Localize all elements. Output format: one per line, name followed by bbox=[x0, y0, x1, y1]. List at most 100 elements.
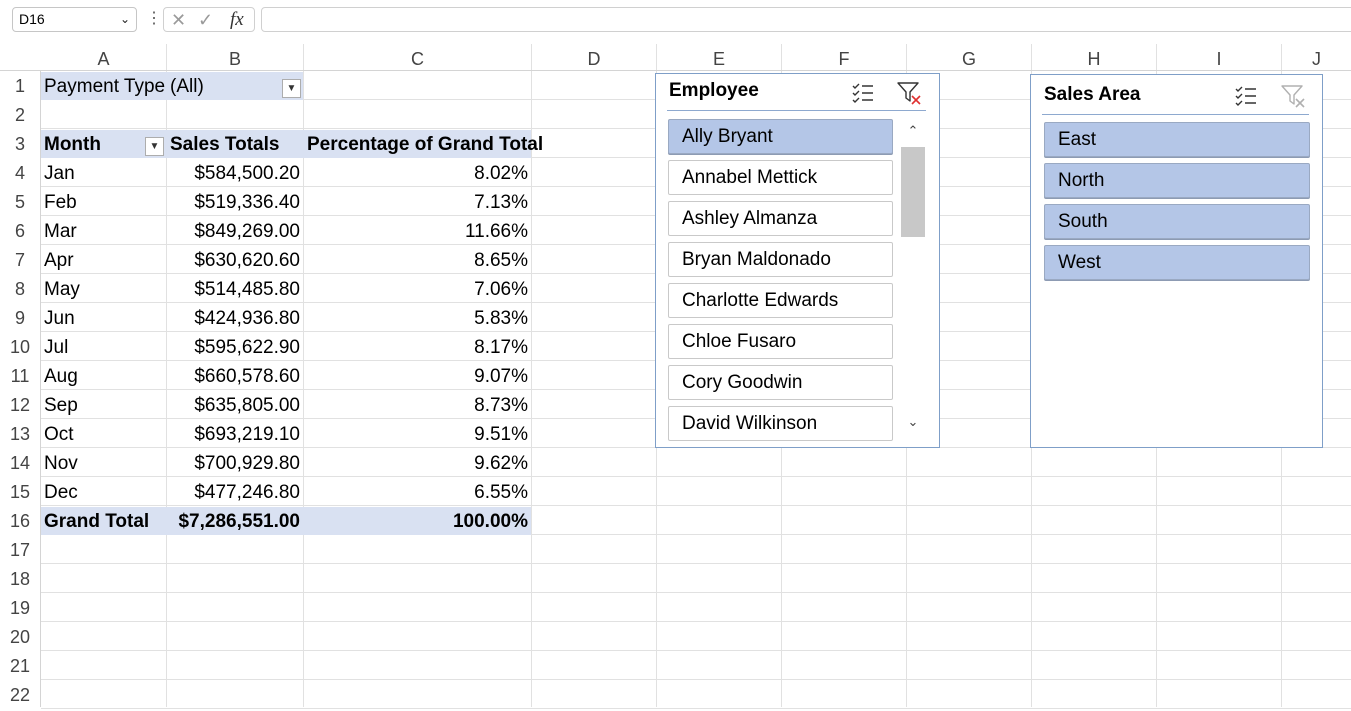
slicer-item[interactable]: Ally Bryant bbox=[668, 119, 893, 154]
scroll-down-icon[interactable]: ⌄ bbox=[900, 411, 926, 433]
sales-cell[interactable]: $660,578.60 bbox=[167, 362, 303, 391]
month-cell[interactable]: May bbox=[44, 275, 164, 304]
multi-select-icon[interactable] bbox=[1232, 82, 1260, 110]
sales-cell[interactable]: $693,219.10 bbox=[167, 420, 303, 449]
month-cell[interactable]: Dec bbox=[44, 478, 164, 507]
row-header[interactable]: 13 bbox=[0, 419, 40, 448]
slicer-item[interactable]: Annabel Mettick bbox=[668, 160, 893, 195]
formula-input[interactable] bbox=[261, 7, 1351, 32]
column-header[interactable]: I bbox=[1157, 44, 1282, 70]
percentage-cell[interactable]: 11.66% bbox=[304, 217, 531, 246]
sales-cell[interactable]: $519,336.40 bbox=[167, 188, 303, 217]
sales-cell[interactable]: $849,269.00 bbox=[167, 217, 303, 246]
slicer-item[interactable]: Charlotte Edwards bbox=[668, 283, 893, 318]
row-header[interactable]: 15 bbox=[0, 477, 40, 506]
row-header[interactable]: 1 bbox=[0, 71, 40, 100]
percentage-cell[interactable]: 8.02% bbox=[304, 159, 531, 188]
multi-select-icon[interactable] bbox=[849, 79, 877, 107]
sales-cell[interactable]: $635,805.00 bbox=[167, 391, 303, 420]
month-filter-dropdown-icon[interactable]: ▼ bbox=[145, 137, 164, 156]
row-header[interactable]: 8 bbox=[0, 274, 40, 303]
clear-filter-icon[interactable] bbox=[895, 79, 923, 107]
column-header[interactable]: F bbox=[782, 44, 907, 70]
column-header[interactable]: A bbox=[41, 44, 167, 70]
row-header[interactable]: 7 bbox=[0, 245, 40, 274]
slicer-item[interactable]: East bbox=[1044, 122, 1310, 157]
row-header[interactable]: 16 bbox=[0, 506, 40, 535]
percentage-cell[interactable]: 8.17% bbox=[304, 333, 531, 362]
column-header[interactable]: E bbox=[657, 44, 782, 70]
slicer-scrollbar[interactable]: ⌃ ⌄ bbox=[900, 120, 926, 433]
percentage-cell[interactable]: 8.73% bbox=[304, 391, 531, 420]
percentage-cell[interactable]: 8.65% bbox=[304, 246, 531, 275]
slicer-item[interactable]: David Wilkinson bbox=[668, 406, 893, 441]
month-cell[interactable]: Apr bbox=[44, 246, 164, 275]
month-cell[interactable]: Aug bbox=[44, 362, 164, 391]
row-header[interactable]: 6 bbox=[0, 216, 40, 245]
row-header[interactable]: 10 bbox=[0, 332, 40, 361]
column-header[interactable]: C bbox=[304, 44, 532, 70]
cancel-icon[interactable]: ✕ bbox=[171, 9, 186, 31]
percentage-cell[interactable]: 7.13% bbox=[304, 188, 531, 217]
row-header[interactable]: 3 bbox=[0, 129, 40, 158]
slicer-item[interactable]: Ashley Almanza bbox=[668, 201, 893, 236]
scroll-up-icon[interactable]: ⌃ bbox=[900, 120, 926, 142]
percentage-cell[interactable]: 9.62% bbox=[304, 449, 531, 478]
sales-cell[interactable]: $630,620.60 bbox=[167, 246, 303, 275]
slicer-item[interactable]: Bryan Maldonado bbox=[668, 242, 893, 277]
slicer-item[interactable]: West bbox=[1044, 245, 1310, 280]
slicer-item[interactable]: Chloe Fusaro bbox=[668, 324, 893, 359]
more-options-icon[interactable]: ⋮ bbox=[146, 8, 162, 28]
slicer-item[interactable]: Cory Goodwin bbox=[668, 365, 893, 400]
insert-function-icon[interactable]: fx bbox=[230, 9, 244, 31]
pivot-filter-label: Payment Type bbox=[44, 76, 166, 97]
column-header[interactable]: H bbox=[1032, 44, 1157, 70]
month-cell[interactable]: Jan bbox=[44, 159, 164, 188]
column-header[interactable]: D bbox=[532, 44, 657, 70]
row-header[interactable]: 5 bbox=[0, 187, 40, 216]
enter-icon[interactable]: ✓ bbox=[198, 9, 213, 31]
row-header[interactable]: 20 bbox=[0, 622, 40, 651]
row-header[interactable]: 18 bbox=[0, 564, 40, 593]
percentage-cell[interactable]: 7.06% bbox=[304, 275, 531, 304]
row-header[interactable]: 14 bbox=[0, 448, 40, 477]
column-header[interactable]: G bbox=[907, 44, 1032, 70]
row-header[interactable]: 4 bbox=[0, 158, 40, 187]
sales-cell[interactable]: $514,485.80 bbox=[167, 275, 303, 304]
row-header[interactable]: 21 bbox=[0, 651, 40, 680]
month-cell[interactable]: Mar bbox=[44, 217, 164, 246]
sales-area-slicer[interactable]: Sales Area East North South West bbox=[1030, 74, 1323, 448]
row-header[interactable]: 19 bbox=[0, 593, 40, 622]
column-header[interactable]: J bbox=[1282, 44, 1351, 70]
percentage-cell[interactable]: 9.51% bbox=[304, 420, 531, 449]
chevron-down-icon[interactable]: ⌄ bbox=[120, 8, 130, 31]
employee-slicer[interactable]: Employee Ally Bryant Annabel Mettick Ashle… bbox=[655, 73, 940, 448]
row-header[interactable]: 17 bbox=[0, 535, 40, 564]
pivot-filter-value[interactable]: (All) bbox=[170, 72, 280, 101]
month-cell[interactable]: Oct bbox=[44, 420, 164, 449]
month-cell[interactable]: Feb bbox=[44, 188, 164, 217]
slicer-item[interactable]: South bbox=[1044, 204, 1310, 239]
month-cell[interactable]: Sep bbox=[44, 391, 164, 420]
column-header[interactable]: B bbox=[167, 44, 304, 70]
month-cell[interactable]: Jul bbox=[44, 333, 164, 362]
scroll-thumb[interactable] bbox=[901, 147, 925, 237]
percentage-cell[interactable]: 9.07% bbox=[304, 362, 531, 391]
sales-cell[interactable]: $595,622.90 bbox=[167, 333, 303, 362]
row-header[interactable]: 22 bbox=[0, 680, 40, 709]
row-header[interactable]: 2 bbox=[0, 100, 40, 129]
sales-cell[interactable]: $584,500.20 bbox=[167, 159, 303, 188]
filter-dropdown-icon[interactable]: ▼ bbox=[282, 79, 301, 98]
month-cell[interactable]: Jun bbox=[44, 304, 164, 333]
sales-cell[interactable]: $424,936.80 bbox=[167, 304, 303, 333]
name-box[interactable]: D16 ⌄ bbox=[12, 7, 137, 32]
percentage-cell[interactable]: 6.55% bbox=[304, 478, 531, 507]
row-header[interactable]: 12 bbox=[0, 390, 40, 419]
sales-cell[interactable]: $700,929.80 bbox=[167, 449, 303, 478]
month-cell[interactable]: Nov bbox=[44, 449, 164, 478]
row-header[interactable]: 11 bbox=[0, 361, 40, 390]
slicer-item[interactable]: North bbox=[1044, 163, 1310, 198]
sales-cell[interactable]: $477,246.80 bbox=[167, 478, 303, 507]
row-header[interactable]: 9 bbox=[0, 303, 40, 332]
percentage-cell[interactable]: 5.83% bbox=[304, 304, 531, 333]
